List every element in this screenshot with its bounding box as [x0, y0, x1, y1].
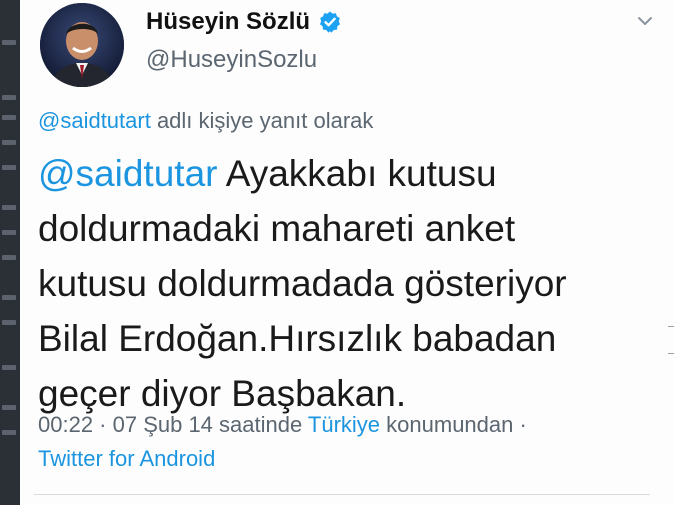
divider: [34, 494, 650, 495]
tweet-metadata: 00:22 · 07 Şub 14 saatinde Türkiye konum…: [38, 408, 527, 476]
tweet-line: kutusu doldurmadada gösteriyor: [38, 263, 567, 304]
tweet-text: @saidtutar Ayakkabı kutusu doldurmadaki …: [38, 146, 638, 421]
timestamp-line: 00:22 · 07 Şub 14 saatinde Türkiye konum…: [38, 408, 527, 442]
tweet-line: Bilal Erdoğan.Hırsızlık babadan: [38, 318, 557, 359]
chevron-down-icon[interactable]: [634, 10, 656, 32]
edge-tick: [668, 326, 674, 327]
avatar[interactable]: [40, 3, 124, 87]
reply-context: @saidtutart adlı kişiye yanıt olarak: [38, 108, 373, 134]
tweet-line: @saidtutar Ayakkabı kutusu: [38, 146, 638, 201]
tweet-mention-link[interactable]: @saidtutar: [38, 153, 217, 194]
author-name-text[interactable]: Hüseyin Sözlü: [146, 8, 310, 36]
background-sidebar-strip: [0, 0, 20, 505]
timestamp[interactable]: 00:22 · 07 Şub 14 saatinde: [38, 412, 308, 437]
author-name[interactable]: Hüseyin Sözlü: [146, 8, 342, 36]
edge-tick: [668, 353, 674, 354]
tweet-card: Hüseyin Sözlü @HuseyinSozlu @saidtutart …: [20, 0, 674, 505]
reply-mention-link[interactable]: @saidtutart: [38, 108, 151, 133]
reply-context-text: adlı kişiye yanıt olarak: [150, 108, 374, 133]
source-link[interactable]: Twitter for Android: [38, 442, 527, 476]
author-handle[interactable]: @HuseyinSozlu: [146, 46, 317, 74]
location-suffix: konumundan ·: [380, 412, 527, 437]
verified-badge-icon: [318, 10, 342, 34]
location-link[interactable]: Türkiye: [308, 412, 380, 437]
tweet-line-text: Ayakkabı kutusu: [217, 153, 497, 194]
tweet-line: doldurmadaki mahareti anket: [38, 208, 516, 249]
